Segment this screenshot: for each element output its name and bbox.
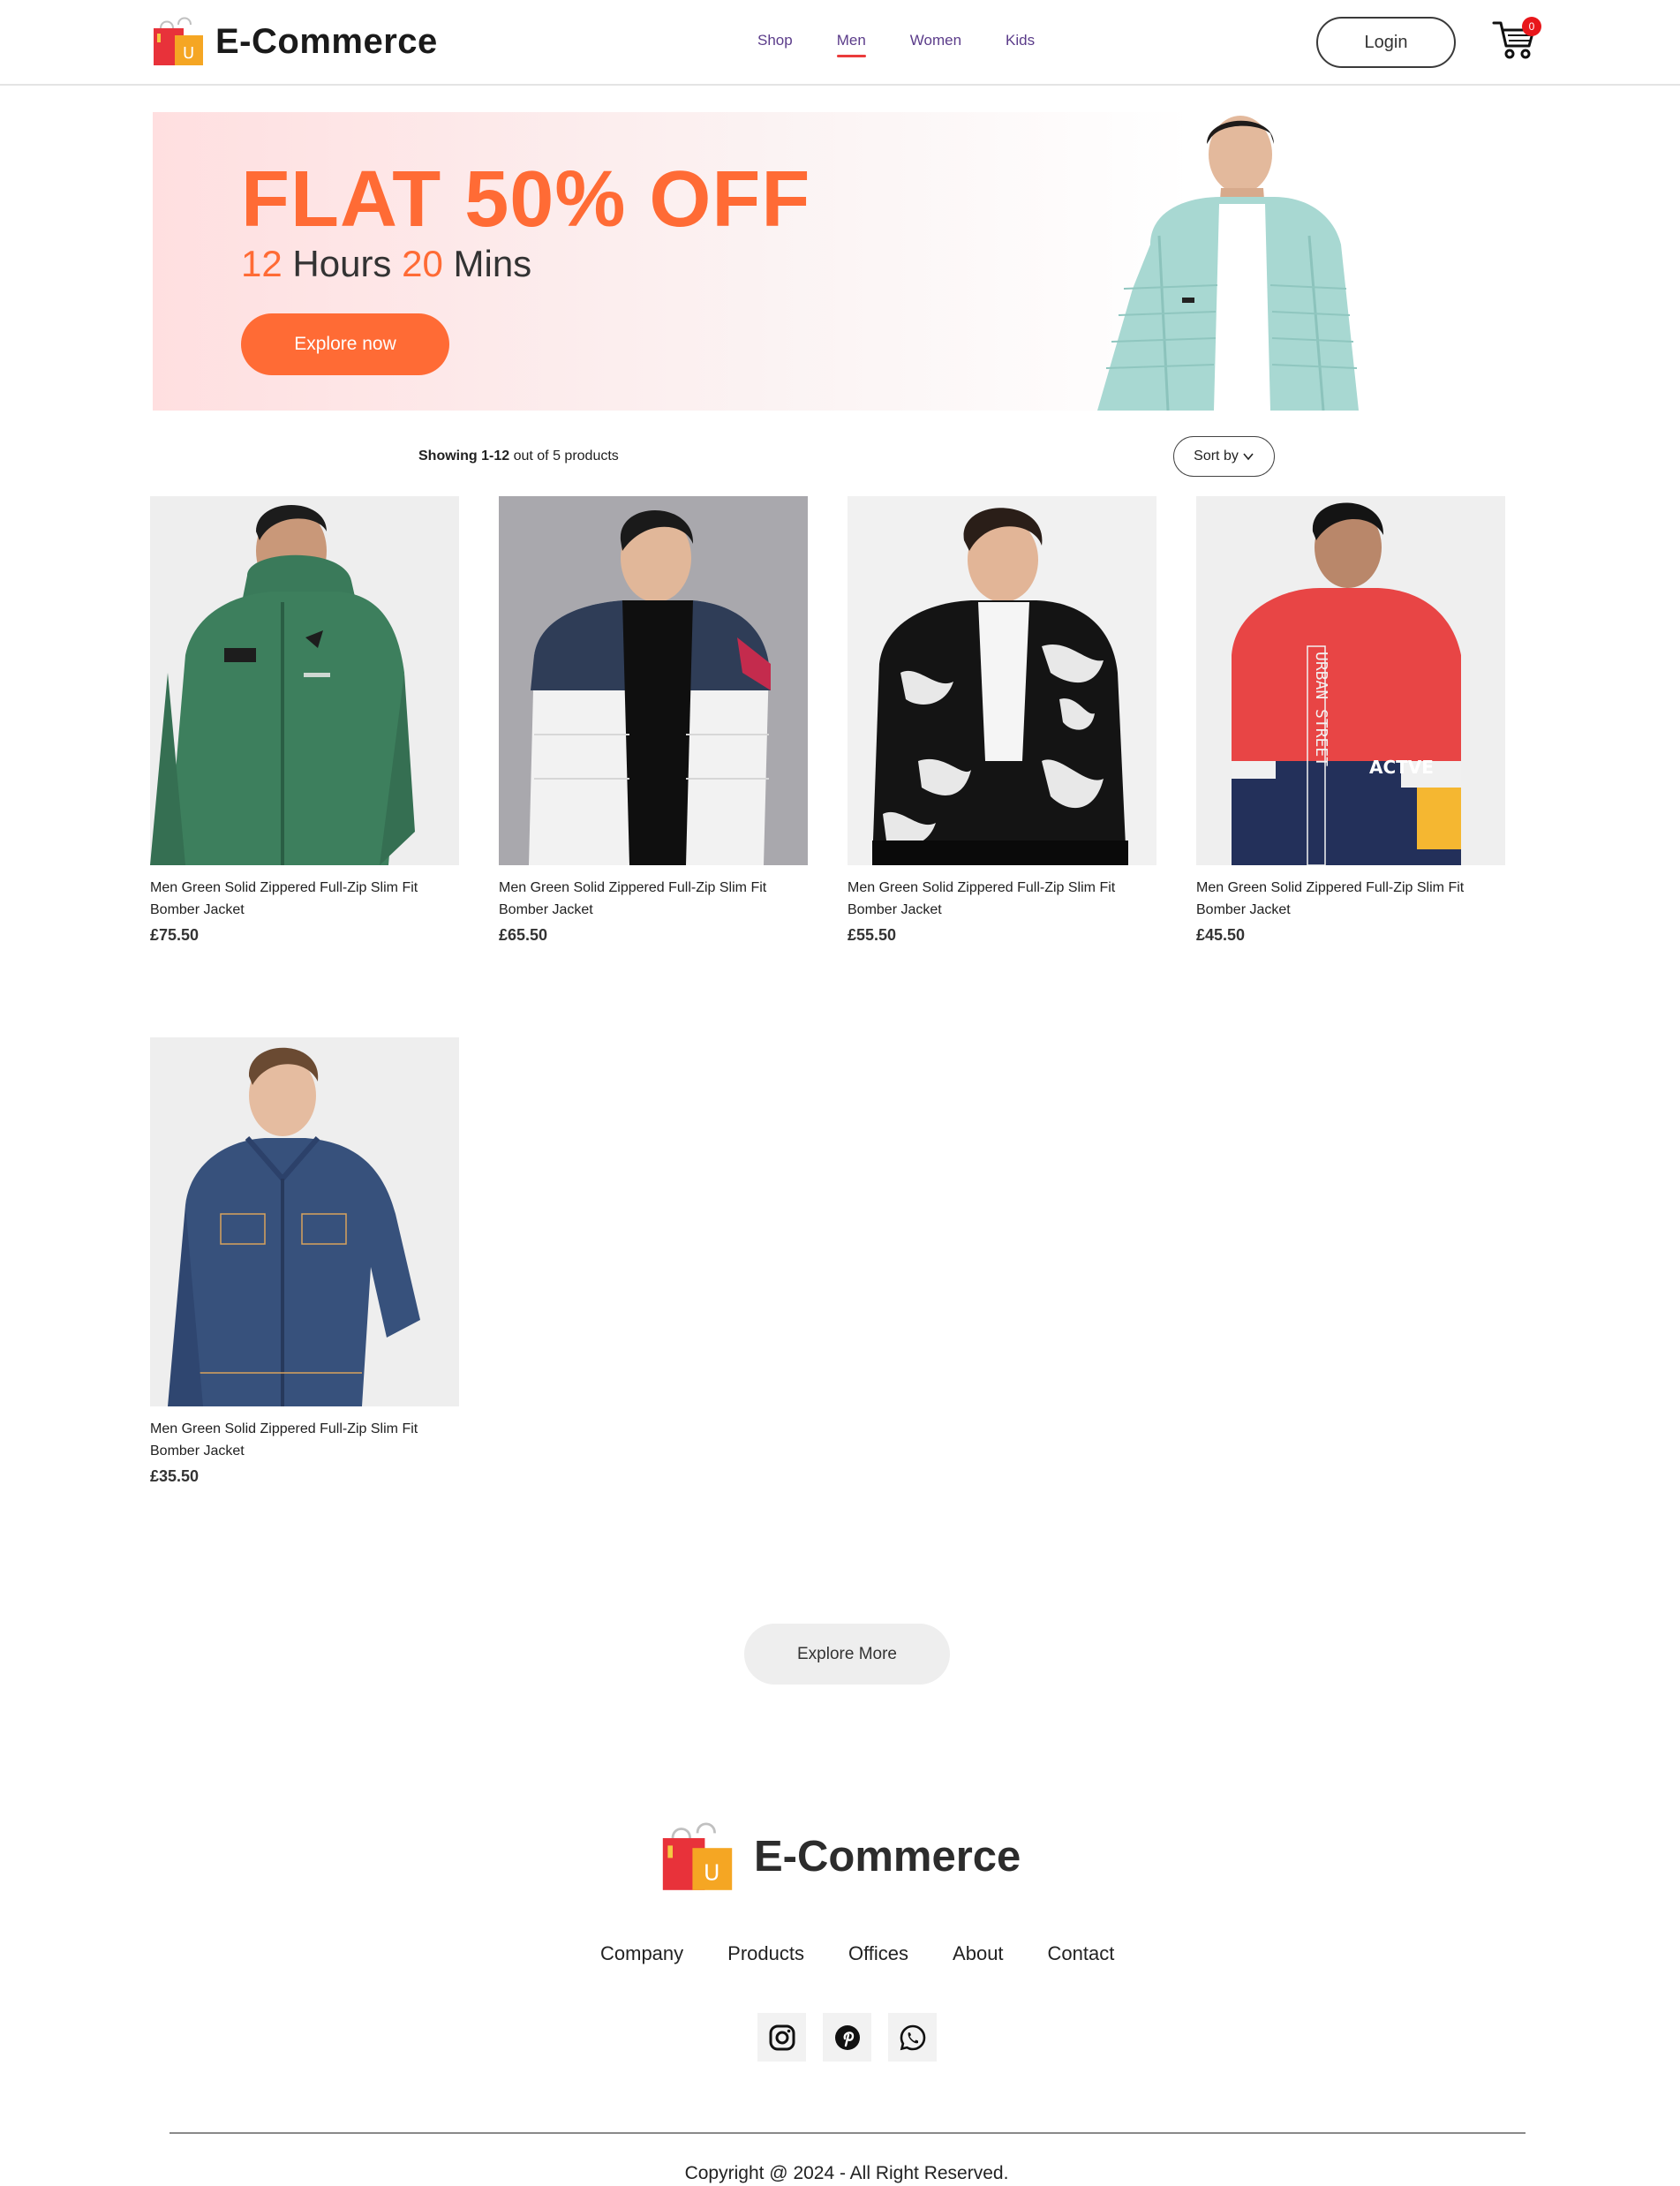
product-price: £65.50 [499,926,548,944]
product-card[interactable]: URBAN STREET ACTVE Men Green Solid Zippe… [1196,496,1505,945]
banner-title: FLAT 50% OFF [241,155,811,244]
countdown-hours-label: Hours [292,243,392,284]
product-name[interactable]: Men Green Solid Zippered Full-Zip Slim F… [499,877,808,921]
footer-link-about[interactable]: About [953,1942,1004,1965]
nav-item-men[interactable]: Men [836,32,866,57]
footer-link-contact[interactable]: Contact [1048,1942,1115,1965]
nav-item-shop[interactable]: Shop [757,32,793,49]
brand-logo[interactable]: U E-Commerce [152,16,438,67]
product-image[interactable] [848,496,1156,865]
explore-now-button[interactable]: Explore now [241,313,449,375]
countdown-hours-value: 12 [241,243,283,284]
product-price: £75.50 [150,926,200,944]
results-prefix: Showing [418,449,478,464]
banner-model-image [1097,116,1359,411]
nav-item-kids[interactable]: Kids [1006,32,1035,49]
cart-count-badge: 0 [1522,17,1541,36]
product-image[interactable]: URBAN STREET ACTVE [1196,496,1505,865]
footer-nav: Company Products Offices About Contact [600,1942,1158,1965]
product-image[interactable] [499,496,808,865]
results-count: Showing 1-12 out of 5 products [418,449,619,464]
chevron-down-icon [1243,453,1254,461]
product-image[interactable] [150,496,459,865]
product-card[interactable]: Men Green Solid Zippered Full-Zip Slim F… [150,496,459,945]
product-image[interactable] [150,1037,459,1406]
sort-by-dropdown[interactable]: Sort by [1173,436,1275,477]
whatsapp-icon [900,2024,925,2050]
product-card[interactable]: Men Green Solid Zippered Full-Zip Slim F… [499,496,808,945]
product-price: £55.50 [848,926,897,944]
svg-text:U: U [183,44,194,63]
product-price: £35.50 [150,1467,200,1485]
results-range: 1-12 [481,449,510,464]
main-nav: Shop Men Women Kids [757,32,1079,57]
product-photo: URBAN STREET ACTVE [1196,496,1505,865]
instagram-link[interactable] [757,2013,806,2062]
product-photo [150,496,459,865]
nav-item-label: Kids [1006,32,1036,49]
product-card[interactable]: Men Green Solid Zippered Full-Zip Slim F… [848,496,1156,945]
sort-by-label: Sort by [1194,449,1239,464]
footer-link-products[interactable]: Products [727,1942,804,1965]
copyright-text: Copyright @ 2024 - All Right Reserved. [684,2163,1009,2183]
product-price: £45.50 [1196,926,1246,944]
footer-divider [170,2132,1526,2134]
product-name[interactable]: Men Green Solid Zippered Full-Zip Slim F… [150,1418,459,1462]
svg-text:U: U [704,1860,719,1886]
countdown-mins-value: 20 [402,243,443,284]
whatsapp-link[interactable] [888,2013,937,2062]
product-name[interactable]: Men Green Solid Zippered Full-Zip Slim F… [848,877,1156,921]
product-photo [150,1037,459,1406]
pinterest-icon [834,2024,860,2050]
login-button[interactable]: Login [1316,17,1456,68]
nav-item-women[interactable]: Women [910,32,961,49]
nav-item-label: Women [909,32,962,49]
product-card[interactable]: Men Green Solid Zippered Full-Zip Slim F… [150,1037,459,1486]
product-photo [848,496,1156,865]
product-name[interactable]: Men Green Solid Zippered Full-Zip Slim F… [1196,877,1505,921]
footer-link-company[interactable]: Company [600,1942,683,1965]
active-nav-underline [836,55,866,57]
pinterest-link[interactable] [823,2013,871,2062]
social-links [757,2013,953,2062]
nav-item-label: Shop [757,32,793,49]
countdown-mins-label: Mins [453,243,532,284]
promo-banner: FLAT 50% OFF 12 Hours 20 Mins Explore no… [153,112,1539,411]
shopping-bag-logo-icon: U [154,17,203,65]
explore-more-button[interactable]: Explore More [744,1624,950,1685]
banner-countdown: 12 Hours 20 Mins [241,243,531,285]
svg-text:URBAN STREET: URBAN STREET [1312,652,1330,766]
site-header: U E-Commerce Shop Men Women Kids Login 0 [0,0,1680,86]
product-photo [499,496,808,865]
footer-link-offices[interactable]: Offices [848,1942,908,1965]
brand-name: E-Commerce [215,21,438,61]
instagram-icon [769,2024,795,2050]
footer-brand-logo[interactable]: U E-Commerce [660,1820,1021,1893]
footer-brand-name: E-Commerce [754,1833,1021,1881]
product-name[interactable]: Men Green Solid Zippered Full-Zip Slim F… [150,877,459,921]
shopping-bag-logo-icon: U [662,1822,733,1890]
nav-item-label: Men [836,32,866,49]
svg-text:ACTVE: ACTVE [1369,757,1434,778]
results-suffix: out of 5 products [513,449,619,464]
